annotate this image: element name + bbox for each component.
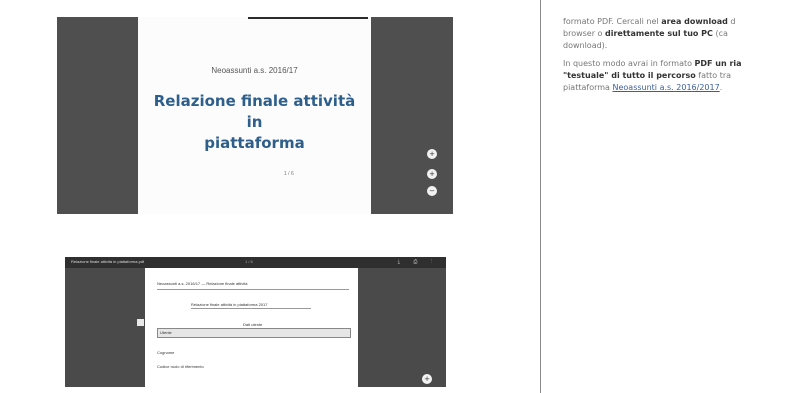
paragraph-2-line-2: "testuale" di tutto il percorso fatto tr…	[563, 71, 792, 81]
paragraph-2-line-1: In questo modo avrai in formato PDF un r…	[563, 59, 792, 69]
doc-header: Neoassunti a.s. 2016/17 — Relazione fina…	[157, 281, 248, 286]
p1-bold-pc: direttamente sul tuo PC	[605, 29, 713, 38]
pdf-toolbar-icons[interactable]: ⤓ ⎙ ⋮	[398, 259, 438, 265]
pdf-viewer-top: Neoassunti a.s. 2016/17 Relazione finale…	[57, 17, 453, 214]
doc-heading: Relazione finale attività in piattaforma…	[191, 302, 268, 307]
zoom-in-button[interactable]: +	[427, 169, 437, 179]
pdf-viewer-bottom: Relazione finale attività in piattaforma…	[65, 257, 446, 387]
doc-line-1: Cognome	[157, 350, 175, 355]
zoom-out-button[interactable]: −	[427, 186, 437, 196]
p2-text-3-tail: .	[719, 83, 723, 92]
p2-text-3: piattaforma	[563, 83, 613, 92]
slide-title-line2: piattaforma	[204, 134, 305, 152]
pdf-document-page: Neoassunti a.s. 2016/17 — Relazione fina…	[145, 268, 358, 387]
fit-page-button[interactable]: +	[427, 149, 437, 159]
pdf-toolbar-title: Relazione finale attività in piattaforma…	[71, 259, 145, 264]
p1-text: formato PDF. Cercali nel	[563, 17, 662, 26]
doc-user-field: Utente	[157, 328, 351, 338]
neoassunti-link[interactable]: Neoassunti a.s. 2016/2017	[612, 83, 719, 92]
p2-text: In questo modo avrai in formato	[563, 59, 695, 68]
slide-title-line1: Relazione finale attività in	[153, 92, 356, 131]
doc-subheading: Dati utente	[243, 322, 263, 327]
pdf-toolbar-page: 1 / 6	[245, 259, 253, 264]
doc-line-2: Codice ruolo di riferimento	[157, 364, 204, 369]
paragraph-1-line-2: browser o direttamente sul tuo PC (ca	[563, 29, 792, 39]
paragraph-2-line-3: piattaforma Neoassunti a.s. 2016/2017.	[563, 83, 792, 93]
slide-page-number: 1 / 6	[284, 171, 294, 177]
p1-text-tail: d	[727, 17, 736, 26]
sidebar-toggle-handle[interactable]	[137, 319, 144, 326]
column-divider	[540, 0, 541, 393]
doc-field-label: Utente	[160, 330, 172, 335]
p2-bold-percorso: "testuale" di tutto il percorso	[563, 71, 696, 80]
p1-text-2-tail: (ca	[712, 29, 728, 38]
zoom-in-button-bottom[interactable]: +	[422, 374, 432, 384]
doc-header-rule	[157, 289, 349, 290]
slide-page: Neoassunti a.s. 2016/17 Relazione finale…	[138, 17, 371, 214]
slide-top-rule	[248, 17, 368, 19]
paragraph-1-line-1: formato PDF. Cercali nel area download d	[563, 17, 792, 27]
slide-title: Relazione finale attività in piattaforma	[146, 91, 363, 154]
p1-bold-area-download: area download	[661, 17, 728, 26]
p2-text-2-tail: fatto tra	[695, 71, 732, 80]
doc-heading-underline	[191, 308, 311, 309]
slide-subtitle: Neoassunti a.s. 2016/17	[211, 66, 298, 75]
pdf-toolbar: Relazione finale attività in piattaforma…	[65, 257, 446, 268]
p2-bold-pdf: PDF un ria	[694, 59, 742, 68]
p1-text-2: browser o	[563, 29, 605, 38]
paragraph-1-line-3: download).	[563, 41, 608, 50]
